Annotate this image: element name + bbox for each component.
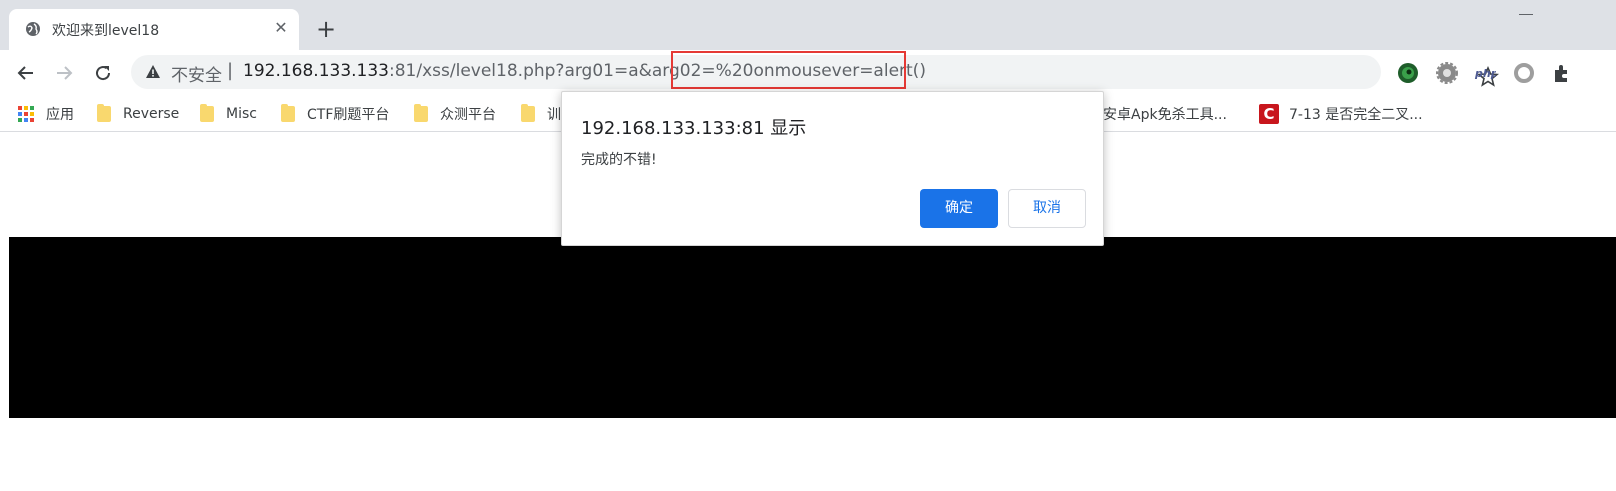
url-host: 192.168.133.133 [243, 61, 390, 81]
gear-extension-icon[interactable] [1436, 62, 1458, 84]
minimize-icon[interactable] [1519, 14, 1533, 15]
tab-close-icon[interactable]: ✕ [271, 18, 291, 38]
bookmark-binary-tree[interactable]: C 7-13 是否完全二叉... [1259, 102, 1423, 126]
extension-green-icon[interactable] [1397, 62, 1419, 84]
bookmark-label: 7-13 是否完全二叉... [1289, 107, 1423, 123]
folder-icon [414, 104, 428, 122]
payload-highlight-box [671, 51, 906, 89]
svg-text:php: php [1474, 67, 1496, 80]
folder-icon [97, 104, 111, 122]
warning-icon[interactable] [145, 64, 161, 80]
bookmark-crowdtest[interactable]: 众测平台 [414, 102, 496, 126]
bookmark-reverse[interactable]: Reverse [97, 102, 179, 126]
dialog-title: 192.168.133.133:81 显示 [581, 118, 807, 139]
bookmark-label: Misc [226, 106, 257, 122]
ok-button[interactable]: 确定 [920, 189, 998, 228]
bookmark-misc[interactable]: Misc [200, 102, 257, 126]
page-black-area[interactable] [9, 237, 1616, 418]
bookmark-label: 应用 [46, 107, 74, 123]
tab-level18[interactable]: 欢迎来到level18 ✕ [9, 9, 299, 50]
tab-title: 欢迎来到level18 [52, 23, 160, 39]
reload-button[interactable] [90, 60, 116, 86]
globe-icon [26, 22, 40, 36]
bookmark-ctf[interactable]: CTF刷题平台 [281, 102, 389, 126]
back-arrow-icon [17, 66, 33, 80]
back-button[interactable] [13, 60, 39, 86]
bookmark-label: CTF刷题平台 [307, 107, 390, 123]
new-tab-button[interactable]: + [315, 17, 337, 41]
bookmark-apk-tool[interactable]: 安卓Apk免杀工具... [1103, 102, 1227, 126]
omnibox-separator: | [227, 60, 234, 81]
bookmark-label: 训 [547, 107, 561, 123]
bookmark-label: 众测平台 [440, 107, 496, 123]
not-secure-label[interactable]: 不安全 [171, 61, 222, 86]
alert-dialog: 192.168.133.133:81 显示 完成的不错! 确定 取消 [561, 91, 1104, 246]
forward-arrow-icon [57, 66, 73, 80]
bookmark-training[interactable]: 训 [521, 102, 561, 126]
forward-button[interactable] [51, 60, 77, 86]
circle-extension-icon[interactable] [1513, 62, 1535, 84]
bookmark-label: 安卓Apk免杀工具... [1103, 107, 1227, 123]
reload-icon [96, 66, 111, 81]
folder-icon [521, 104, 535, 122]
folder-icon [200, 104, 214, 122]
csdn-icon: C [1259, 104, 1279, 124]
cancel-button[interactable]: 取消 [1008, 189, 1086, 228]
tab-strip: 欢迎来到level18 ✕ + [0, 0, 1616, 50]
bookmark-apps[interactable]: 应用 [18, 102, 74, 126]
dialog-message: 完成的不错! [581, 152, 657, 168]
folder-icon [281, 104, 295, 122]
apps-grid-icon [18, 106, 34, 122]
php-extension-icon[interactable]: php [1474, 62, 1496, 84]
bookmark-label: Reverse [123, 106, 180, 122]
puzzle-extensions-icon[interactable] [1551, 62, 1573, 84]
